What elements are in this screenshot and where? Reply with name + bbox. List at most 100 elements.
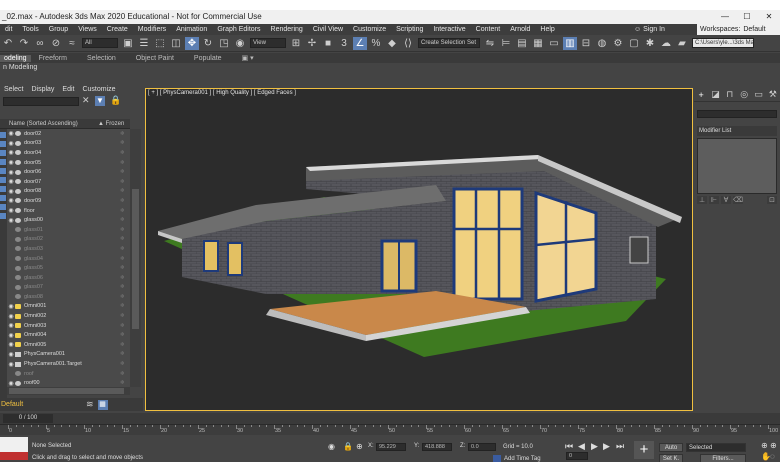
freeze-icon[interactable]: ❄ — [120, 217, 130, 223]
object-name-field[interactable] — [697, 110, 777, 118]
list-item[interactable]: ◉ Omni004 ❄ — [7, 330, 130, 340]
minimize-button[interactable]: — — [714, 10, 736, 24]
project-path-field[interactable]: C:\Users\yle...\3ds Max 2020 — [692, 38, 754, 48]
display-spacewarps-icon[interactable] — [0, 186, 6, 192]
list-item[interactable]: ◉ Omni003 ❄ — [7, 321, 130, 331]
list-item[interactable]: roof ❄ — [7, 369, 130, 379]
ribbon-options-icon[interactable]: ▣ ▾ — [234, 54, 266, 62]
render-setup-icon[interactable]: ⚙ — [611, 37, 625, 50]
current-frame-field[interactable]: 0 — [566, 452, 588, 460]
select-manipulate-icon[interactable]: ✢ — [305, 37, 319, 50]
toggle-ribbon-icon[interactable]: ▭ — [547, 37, 561, 50]
column-name-header[interactable]: Name (Sorted Ascending) — [9, 119, 78, 129]
tab-selection[interactable]: Selection — [79, 55, 128, 62]
time-slider[interactable]: 0 / 100 — [0, 413, 780, 424]
visibility-eye-icon[interactable]: ◉ — [7, 361, 15, 368]
bind-spacewarp-icon[interactable]: ≈ — [65, 37, 79, 50]
modifier-stack[interactable] — [697, 138, 777, 194]
display-groups-icon[interactable] — [0, 195, 6, 201]
list-item[interactable]: ◉ door07 ❄ — [7, 177, 130, 187]
select-move-icon[interactable]: ✥ — [185, 36, 199, 50]
visibility-eye-icon[interactable]: ◉ — [7, 313, 15, 320]
column-frozen-header[interactable]: ▲ Frozen — [98, 119, 124, 129]
curve-editor-icon[interactable]: ▥ — [563, 36, 577, 50]
configure-sets-icon[interactable]: ⊡ — [767, 196, 777, 204]
auto-key-button[interactable]: Auto — [659, 443, 683, 452]
list-item[interactable]: ◉ door03 ❄ — [7, 139, 130, 149]
selection-lock-icon[interactable]: 🔒 — [343, 442, 353, 451]
perspective-viewport[interactable]: [ + ] [ PhysCamera001 ] [ High Quality ]… — [145, 88, 693, 411]
time-slider-thumb[interactable]: 0 / 100 — [3, 414, 53, 423]
list-item[interactable]: ◉ floor ❄ — [7, 206, 130, 216]
select-by-name-icon[interactable]: ☰ — [137, 37, 151, 50]
maximize-button[interactable]: ☐ — [736, 10, 758, 24]
hierarchy-tab-icon[interactable]: ⊓ — [723, 89, 737, 100]
spinner-snap-icon[interactable]: ◆ — [385, 37, 399, 50]
display-bones-icon[interactable] — [0, 213, 6, 219]
freeze-icon[interactable]: ❄ — [120, 361, 130, 367]
workspace-selector[interactable]: Workspaces: Default — [697, 24, 780, 35]
scene-column-header[interactable]: Name (Sorted Ascending) ▲ Frozen — [0, 119, 130, 129]
visibility-eye-icon[interactable]: ◉ — [7, 140, 15, 147]
scene-menu-select[interactable]: Select — [0, 86, 27, 93]
current-layer[interactable]: Default — [0, 401, 86, 408]
rect-selection-icon[interactable]: ⬚ — [153, 37, 167, 50]
freeze-icon[interactable]: ❄ — [120, 275, 130, 281]
freeze-icon[interactable]: ❄ — [120, 160, 130, 166]
isolate-icon[interactable]: ◉ — [328, 442, 335, 451]
list-item[interactable]: ◉ Omni001 ❄ — [7, 302, 130, 312]
percent-snap-icon[interactable]: % — [369, 37, 383, 50]
freeze-icon[interactable]: ❄ — [120, 131, 130, 137]
align-icon[interactable]: ⊨ — [499, 37, 513, 50]
list-item[interactable]: glass06 ❄ — [7, 273, 130, 283]
set-key-button[interactable]: + — [634, 441, 654, 459]
list-item[interactable]: ◉ PhysCamera001.Target ❄ — [7, 359, 130, 369]
freeze-icon[interactable]: ❄ — [120, 265, 130, 271]
freeze-icon[interactable]: ❄ — [120, 332, 130, 338]
close-button[interactable]: ✕ — [758, 10, 780, 24]
schematic-view-icon[interactable]: ⊟ — [579, 37, 593, 50]
sign-in[interactable]: ☺ Sign In — [634, 24, 665, 35]
scene-object-list[interactable]: ◉ door02 ❄ ◉ door03 ❄ ◉ door04 ❄ ◉ door05 ❄ ◉ door06 ❄… — [7, 129, 130, 387]
place-icon[interactable]: ◉ — [233, 37, 247, 50]
timeline-ruler[interactable]: 0 5 10 15 20 25 30 35 40 45 50 55 60 65 70 75 80 85 90 95 10… — [0, 424, 780, 435]
scene-vertical-scrollbar[interactable] — [130, 129, 141, 387]
material-editor-icon[interactable]: ◍ — [595, 37, 609, 50]
menu-content[interactable]: Content — [471, 26, 506, 33]
display-tab-icon[interactable]: ▭ — [751, 89, 765, 100]
modifier-list-dropdown[interactable]: Modifier List — [697, 126, 777, 136]
next-frame-icon[interactable]: ▶ — [603, 441, 610, 452]
list-item[interactable]: glass07 ❄ — [7, 283, 130, 293]
scene-search-input[interactable] — [3, 97, 79, 106]
menu-interactive[interactable]: Interactive — [428, 26, 470, 33]
display-xrefs-icon[interactable] — [0, 204, 6, 210]
list-item[interactable]: glass02 ❄ — [7, 235, 130, 245]
list-item[interactable]: glass03 ❄ — [7, 244, 130, 254]
remove-modifier-icon[interactable]: ⌫ — [733, 196, 743, 204]
scene-menu-display[interactable]: Display — [27, 86, 58, 93]
make-unique-icon[interactable]: ∀ — [721, 196, 731, 204]
scene-menu-customize[interactable]: Customize — [78, 86, 119, 93]
select-scale-icon[interactable]: ◳ — [217, 37, 231, 50]
menu-civil-view[interactable]: Civil View — [308, 26, 348, 33]
menu-modifiers[interactable]: Modifiers — [133, 26, 171, 33]
visibility-eye-icon[interactable]: ◉ — [7, 169, 15, 176]
pivot-center-icon[interactable]: ⊞ — [289, 37, 303, 50]
freeze-icon[interactable]: ❄ — [120, 227, 130, 233]
list-item[interactable]: glass05 ❄ — [7, 263, 130, 273]
menu-views[interactable]: Views — [73, 26, 102, 33]
list-item[interactable]: glass01 ❄ — [7, 225, 130, 235]
freeze-icon[interactable]: ❄ — [120, 236, 130, 242]
freeze-icon[interactable]: ❄ — [120, 150, 130, 156]
menu-help[interactable]: Help — [535, 26, 559, 33]
freeze-icon[interactable]: ❄ — [120, 169, 130, 175]
scrollbar-thumb[interactable] — [9, 388, 124, 394]
go-to-end-icon[interactable]: ⏭ — [616, 441, 624, 452]
angle-snap-icon[interactable]: ∠ — [353, 36, 367, 50]
display-helpers-icon[interactable] — [0, 177, 6, 183]
lock-icon[interactable]: 🔒 — [110, 95, 121, 106]
previous-frame-icon[interactable]: ◀ — [578, 441, 585, 452]
freeze-icon[interactable]: ❄ — [120, 188, 130, 194]
tab-populate[interactable]: Populate — [186, 55, 234, 62]
menu-graph-editors[interactable]: Graph Editors — [212, 26, 265, 33]
